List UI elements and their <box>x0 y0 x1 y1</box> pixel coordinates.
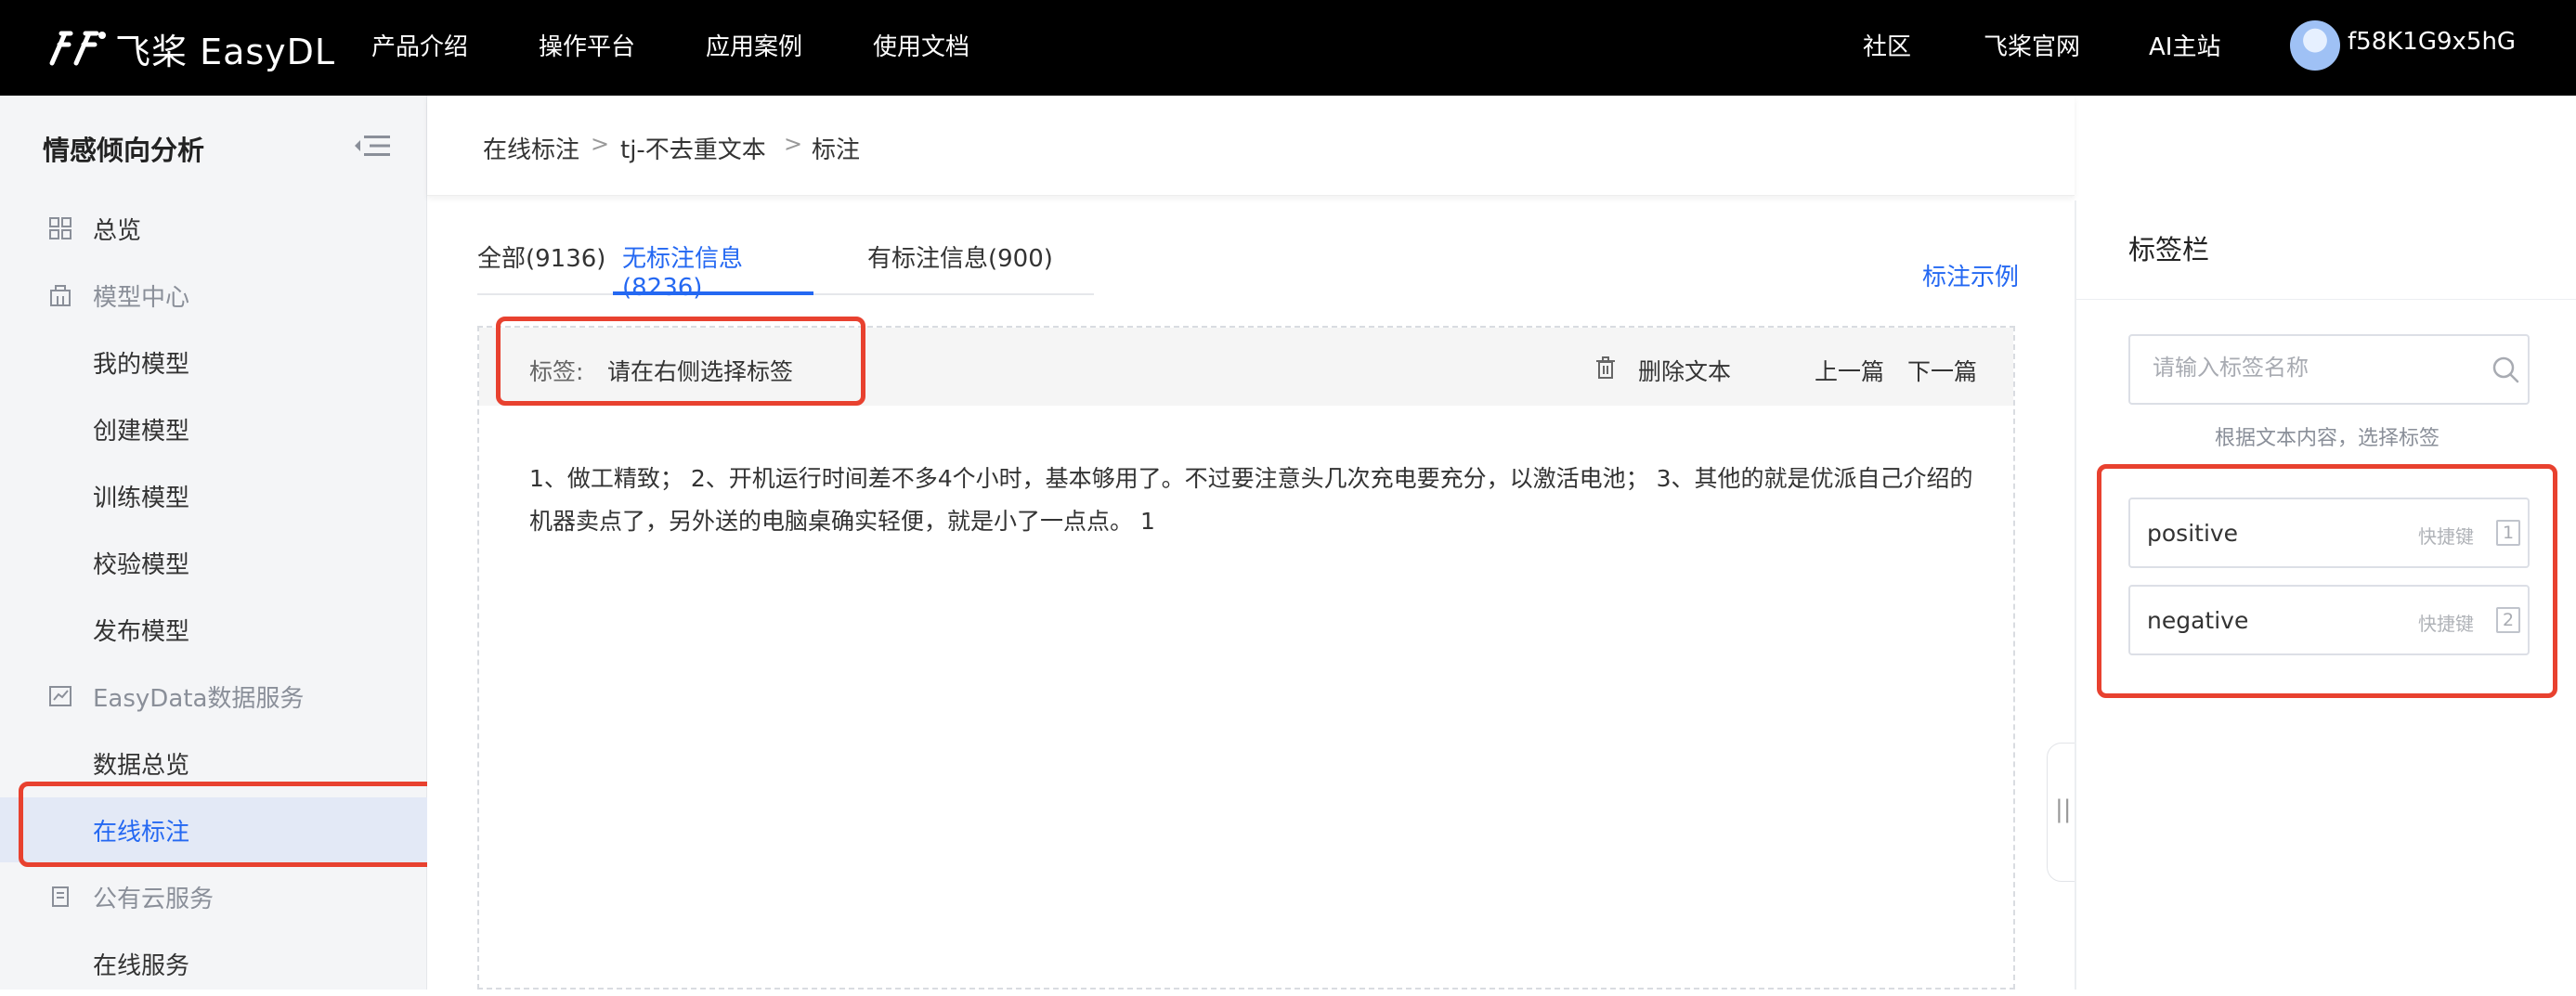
label-name: negative <box>2147 607 2249 634</box>
sidebar-title: 情感倾向分析 <box>43 135 205 166</box>
sidebar-item-label: 我的模型 <box>93 350 190 379</box>
brand-logo[interactable]: 飞桨 EasyDL <box>48 22 335 74</box>
building-icon <box>50 285 71 306</box>
chevron-right-icon: > <box>591 131 610 157</box>
label-search <box>2128 334 2530 405</box>
nav-ai-site[interactable]: AI主站 <box>2149 28 2220 62</box>
nav-docs[interactable]: 使用文档 <box>873 28 969 62</box>
annotation-example-link[interactable]: 标注示例 <box>1922 258 2019 292</box>
server-icon <box>52 886 69 907</box>
label-hint: 根据文本内容，选择标签 <box>2214 427 2439 450</box>
editor-toolbar: 标签: 请在右侧选择标签 删除文本 上一篇 下一篇 <box>479 328 2013 406</box>
drag-handle-icon: || <box>2055 796 2072 823</box>
selected-tag-value: 请在右侧选择标签 <box>607 358 794 385</box>
sidebar-item-label: 数据总览 <box>93 751 190 780</box>
sidebar-item-online-service[interactable]: 在线服务 <box>0 931 427 996</box>
prev-button[interactable]: 上一篇 <box>1815 354 1884 387</box>
sidebar-item-label: 校验模型 <box>93 550 190 579</box>
sidebar-item-overview[interactable]: 总览 <box>0 196 427 261</box>
breadcrumb-online-annotation[interactable]: 在线标注 <box>483 131 579 165</box>
tag-label: 标签: <box>529 358 584 385</box>
sidebar-item-label: 在线服务 <box>93 951 190 980</box>
sidebar-item-publish-model[interactable]: 发布模型 <box>0 597 427 662</box>
sidebar-group-model-center: 模型中心 <box>0 263 427 328</box>
next-button[interactable]: 下一篇 <box>1907 354 1977 387</box>
label-option-negative[interactable]: negative 快捷键 2 <box>2128 585 2530 655</box>
sidebar-item-data-overview[interactable]: 数据总览 <box>0 731 427 796</box>
sidebar-item-create-model[interactable]: 创建模型 <box>0 396 427 461</box>
sidebar-item-train-model[interactable]: 训练模型 <box>0 463 427 528</box>
search-icon[interactable] <box>2491 355 2520 384</box>
tab-unlabeled[interactable]: 无标注信息(8236) <box>613 230 813 302</box>
annotation-editor: 标签: 请在右侧选择标签 删除文本 上一篇 下一篇 1、做工精致； 2、开机运行… <box>477 326 2015 990</box>
label-option-positive[interactable]: positive 快捷键 1 <box>2128 498 2530 568</box>
divider <box>2076 299 2576 300</box>
label-panel: 标签栏 根据文本内容，选择标签 positive 快捷键 1 negative … <box>2075 200 2576 990</box>
avatar[interactable] <box>2290 20 2340 71</box>
nav-paddle-site[interactable]: 飞桨官网 <box>1984 28 2080 62</box>
chevron-right-icon: > <box>784 131 803 157</box>
username[interactable]: f58K1G9x5hG <box>2348 28 2516 56</box>
nav-community[interactable]: 社区 <box>1863 28 1911 62</box>
sidebar-item-online-annotation[interactable]: 在线标注 <box>0 797 427 862</box>
paddle-logo-icon <box>49 31 106 66</box>
chart-icon <box>49 686 72 706</box>
sidebar-item-label: 在线标注 <box>93 818 190 847</box>
shortcut-text: 快捷键 <box>2418 525 2474 548</box>
collapse-sidebar-icon[interactable] <box>353 133 392 159</box>
grid-icon <box>49 217 72 239</box>
annotation-text: 1、做工精致； 2、开机运行时间差不多4个小时，基本够用了。不过要注意头几次充电… <box>529 465 1973 535</box>
sidebar-item-label: 训练模型 <box>93 484 190 512</box>
sidebar-item-validate-model[interactable]: 校验模型 <box>0 530 427 595</box>
trash-icon[interactable] <box>1595 356 1616 380</box>
shortcut-key: 1 <box>2496 520 2520 546</box>
brand-name: 飞桨 EasyDL <box>115 31 336 72</box>
panel-resize-handle[interactable]: || <box>2047 743 2076 882</box>
sidebar-group-label: 模型中心 <box>93 283 190 312</box>
sidebar-item-label: 创建模型 <box>93 417 190 446</box>
sidebar-group-easydata: EasyData数据服务 <box>0 664 427 729</box>
sidebar-item-label: 发布模型 <box>93 617 190 646</box>
label-panel-title: 标签栏 <box>2128 234 2210 265</box>
shortcut-key: 2 <box>2496 607 2520 633</box>
label-search-input[interactable] <box>2153 355 2459 381</box>
tab-labeled[interactable]: 有标注信息(900) <box>867 230 1081 295</box>
nav-product-intro[interactable]: 产品介绍 <box>371 28 468 62</box>
sidebar-group-label: EasyData数据服务 <box>93 684 305 713</box>
breadcrumb-current: 标注 <box>812 136 861 164</box>
breadcrumb-dataset[interactable]: tj-不去重文本 <box>620 131 766 165</box>
breadcrumb: 在线标注 > tj-不去重文本 > 标注 <box>427 96 2075 196</box>
tab-all[interactable]: 全部(9136) <box>477 230 613 295</box>
sidebar-group-public-cloud: 公有云服务 <box>0 864 427 929</box>
shortcut-text: 快捷键 <box>2418 613 2474 635</box>
nav-cases[interactable]: 应用案例 <box>706 28 802 62</box>
sidebar-item-label: 总览 <box>93 216 142 245</box>
nav-platform[interactable]: 操作平台 <box>539 28 635 62</box>
delete-text-button[interactable]: 删除文本 <box>1638 354 1731 387</box>
filter-tabs: 全部(9136) 无标注信息(8236) 有标注信息(900) <box>477 230 1094 302</box>
label-name: positive <box>2147 520 2239 547</box>
sidebar-group-label: 公有云服务 <box>93 885 215 913</box>
top-navbar: 飞桨 EasyDL 产品介绍 操作平台 应用案例 使用文档 社区 飞桨官网 AI… <box>0 0 2576 96</box>
main-content: 在线标注 > tj-不去重文本 > 标注 全部(9136) 无标注信息(8236… <box>427 96 2075 990</box>
sidebar: 情感倾向分析 总览 模型中心 我的模型 创建模型 训练模型 校验模型 发布模型 … <box>0 96 427 990</box>
sidebar-item-my-models[interactable]: 我的模型 <box>0 330 427 395</box>
